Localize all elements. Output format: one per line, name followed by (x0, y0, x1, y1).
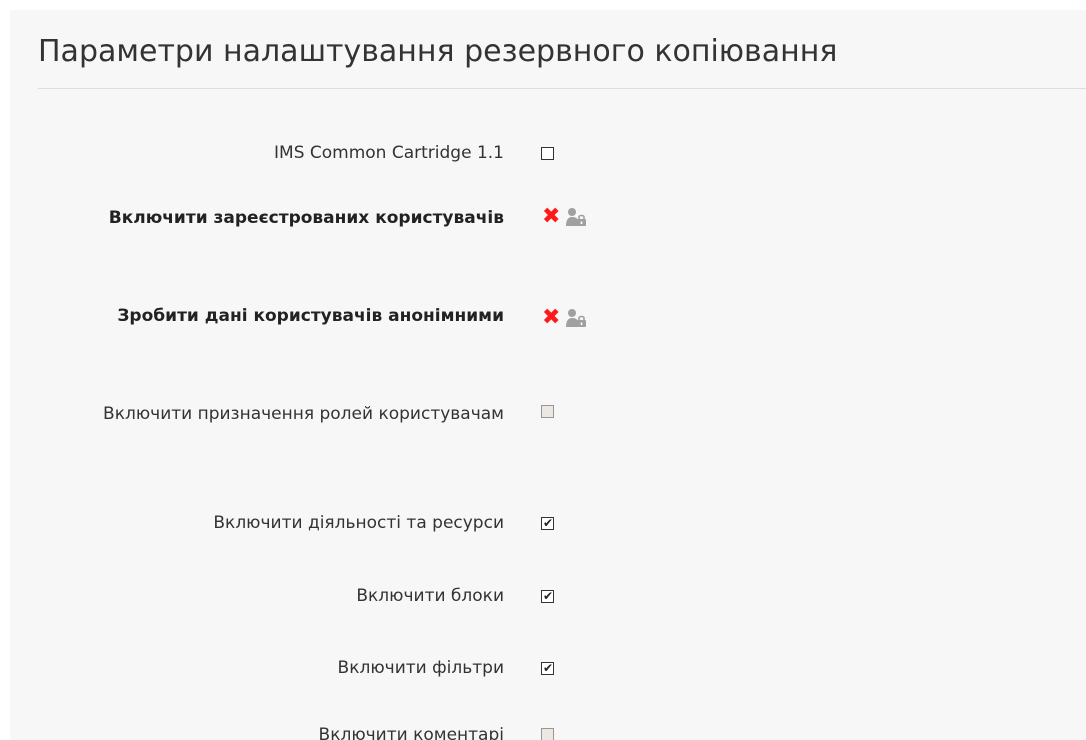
setting-label: Включити коментарі (318, 725, 504, 740)
setting-label: Включити діяльності та ресурси (213, 513, 504, 533)
checkmark-icon: ✔ (543, 661, 554, 675)
ims-cc-checkbox[interactable] (541, 147, 554, 160)
checkmark-icon: ✔ (543, 589, 554, 603)
activities-checkbox[interactable]: ✔ (541, 516, 554, 530)
cross-icon: ✖ (542, 305, 561, 330)
cross-icon: ✖ (542, 204, 561, 229)
setting-label: Включити блоки (356, 586, 504, 606)
setting-label: Включити фільтри (337, 658, 504, 678)
checkmark-icon: ✔ (543, 516, 554, 530)
user-lock-icon (566, 309, 587, 327)
blocks-checkbox[interactable]: ✔ (541, 589, 554, 603)
setting-label: Включити зареєстрованих користувачів (108, 208, 504, 228)
comments-checkbox[interactable] (541, 728, 554, 740)
title-divider (38, 88, 1086, 89)
locked-status: ✖ (542, 305, 587, 330)
locked-status: ✖ (542, 204, 587, 229)
setting-label: Зробити дані користувачів анонімними (117, 306, 504, 326)
user-lock-icon (566, 208, 587, 226)
backup-settings-panel: Параметри налаштування резервного копіюв… (10, 10, 1086, 740)
filters-checkbox[interactable]: ✔ (541, 661, 554, 675)
page-title: Параметри налаштування резервного копіюв… (38, 34, 838, 69)
role-assignments-checkbox[interactable] (541, 405, 554, 418)
setting-label: Включити призначення ролей користувачам (103, 404, 504, 424)
setting-label: IMS Common Cartridge 1.1 (274, 143, 504, 163)
